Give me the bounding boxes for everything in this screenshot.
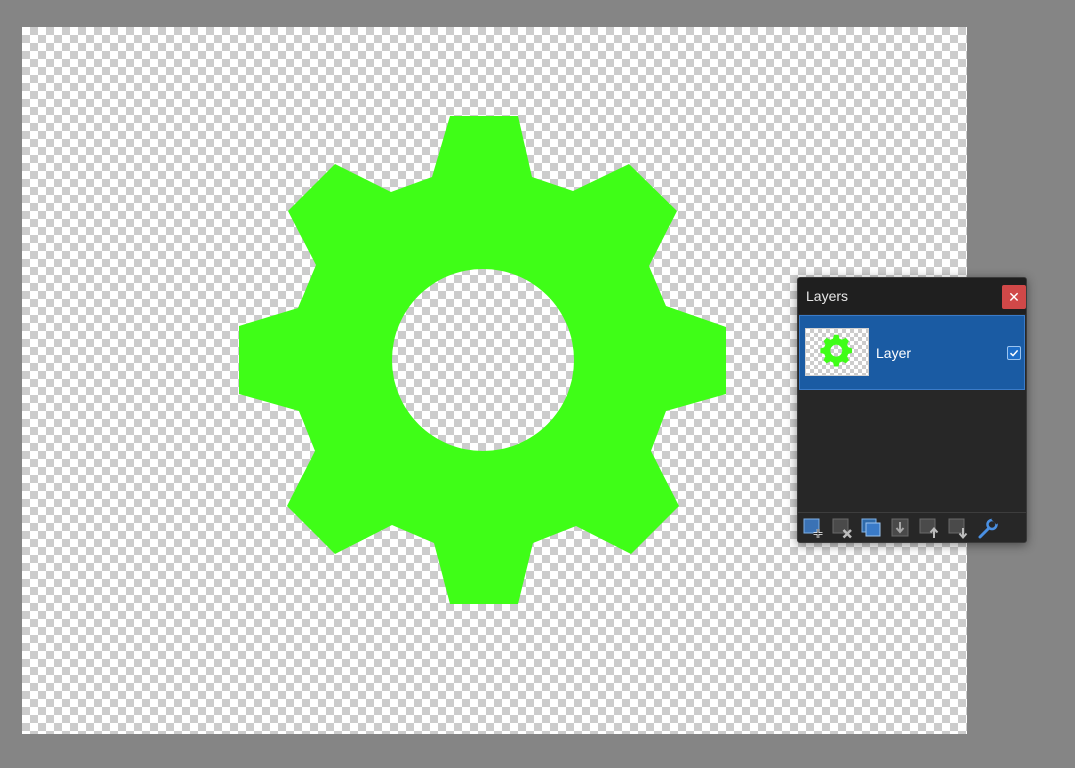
layer-thumbnail [805,328,869,376]
move-layer-up-icon [919,518,939,538]
move-layer-down-button[interactable] [947,516,971,540]
workspace: Layers ✕ Layer [0,0,1075,768]
layer-name: Layer [876,345,912,361]
layers-panel: Layers ✕ Layer [797,277,1027,543]
layer-list: Layer [798,314,1026,512]
merge-layer-down-button[interactable] [889,516,913,540]
checkmark-icon [1009,349,1019,357]
duplicate-layer-button[interactable] [860,516,884,540]
layer-row[interactable]: Layer [799,315,1025,390]
panel-titlebar[interactable]: Layers ✕ [798,278,1026,314]
move-layer-down-icon [948,518,968,540]
duplicate-layer-icon [861,518,881,537]
delete-layer-icon [832,518,852,539]
close-icon: ✕ [1008,289,1020,305]
layer-visibility-checkbox[interactable] [1007,346,1021,360]
layer-properties-button[interactable] [976,516,1000,540]
layers-toolbar [798,512,1026,542]
add-layer-icon [803,518,823,538]
add-layer-button[interactable] [802,516,826,540]
close-button[interactable]: ✕ [1002,285,1026,309]
move-layer-up-button[interactable] [918,516,942,540]
layer-properties-icon [978,517,999,539]
delete-layer-button[interactable] [831,516,855,540]
merge-layer-down-icon [891,518,909,537]
panel-title: Layers [806,288,849,304]
